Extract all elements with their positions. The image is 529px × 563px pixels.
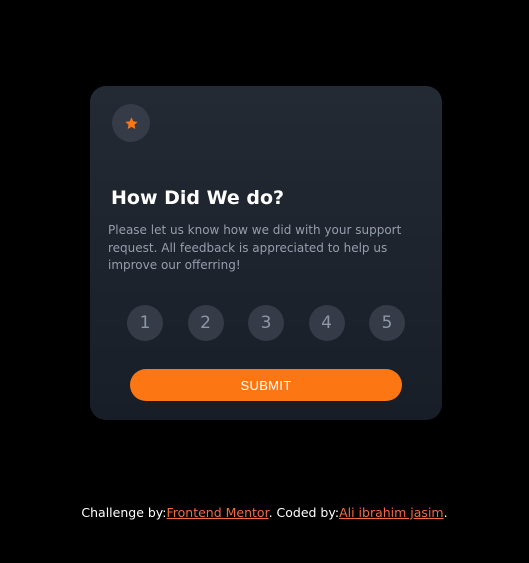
author-link[interactable]: Ali ibrahim jasim [339, 505, 444, 520]
rating-card: How Did We do? Please let us know how we… [90, 86, 442, 420]
rating-button-4[interactable]: 4 [308, 305, 345, 341]
rating-options: 1 2 3 4 5 [127, 305, 407, 341]
card-description: Please let us know how we did with your … [108, 223, 402, 272]
frontend-mentor-link[interactable]: Frontend Mentor [167, 505, 269, 520]
attribution-coded-prefix: . Coded by: [268, 505, 340, 520]
star-badge [112, 104, 150, 142]
card-title: How Did We do? [111, 187, 285, 209]
rating-button-5[interactable]: 5 [369, 305, 405, 341]
star-icon [124, 116, 138, 129]
attribution-challenge-prefix: Challenge by: [81, 505, 167, 520]
attribution-suffix: . [443, 505, 448, 520]
submit-button[interactable]: SUBMIT [130, 369, 402, 401]
rating-button-2[interactable]: 2 [187, 305, 224, 341]
rating-button-3[interactable]: 3 [248, 305, 284, 341]
attribution: Challenge by:Frontend Mentor. Coded by:A… [0, 505, 529, 520]
rating-button-1[interactable]: 1 [127, 305, 163, 341]
